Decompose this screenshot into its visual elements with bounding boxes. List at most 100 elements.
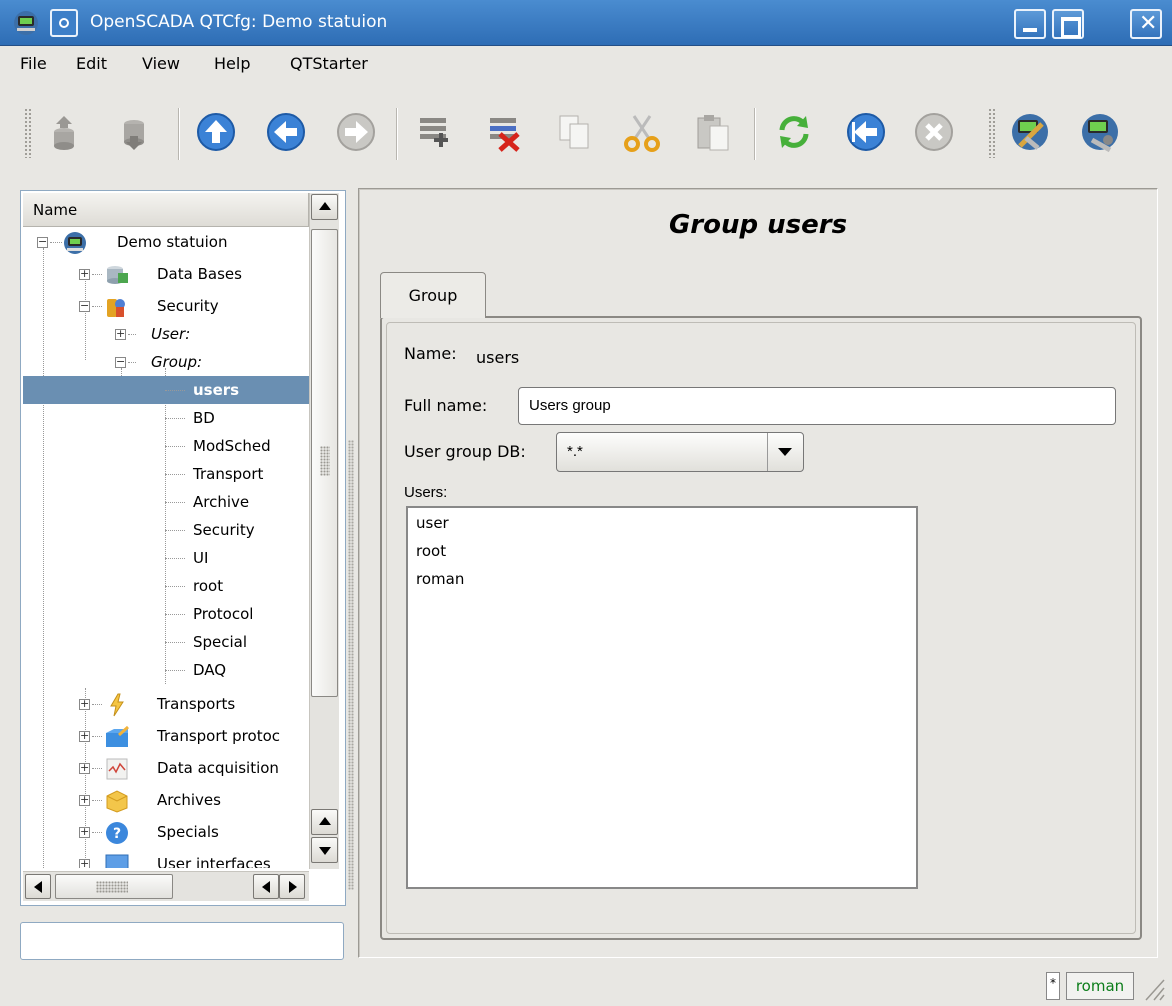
- menu-view[interactable]: View: [132, 46, 190, 82]
- scroll-left-button[interactable]: [25, 874, 51, 899]
- scroll-up-button[interactable]: [311, 809, 338, 835]
- tree-item-user-interfaces[interactable]: + User interfaces: [23, 850, 309, 868]
- tree-item-bd[interactable]: BD: [23, 404, 309, 432]
- tree-item-data-bases[interactable]: + Data Bases: [23, 260, 309, 288]
- resize-grip-icon[interactable]: [1140, 972, 1166, 1002]
- forward-icon[interactable]: [334, 110, 378, 154]
- add-item-icon[interactable]: [412, 110, 456, 154]
- tree-item-group-folder[interactable]: − Group:: [23, 348, 309, 376]
- tree-item-data-acquisition[interactable]: + Data acquisition: [23, 754, 309, 782]
- dropdown-button[interactable]: [767, 433, 803, 471]
- tree-item-label: Demo statuion: [117, 233, 228, 251]
- menu-edit[interactable]: Edit: [66, 46, 117, 82]
- cut-icon[interactable]: [620, 110, 664, 154]
- protocols-icon: [106, 725, 129, 747]
- collapse-icon[interactable]: −: [37, 236, 48, 248]
- module-start-icon[interactable]: [1078, 110, 1122, 154]
- delete-item-icon[interactable]: [482, 110, 526, 154]
- db-save-icon[interactable]: [112, 110, 156, 154]
- tab-group[interactable]: Group: [380, 272, 486, 318]
- scroll-thumb[interactable]: [55, 874, 173, 899]
- tree-item-modsched[interactable]: ModSched: [23, 432, 309, 460]
- paste-icon[interactable]: [690, 110, 734, 154]
- stop-icon[interactable]: [912, 110, 956, 154]
- tree-item-label: Archives: [157, 791, 221, 809]
- fullname-field[interactable]: Users group: [518, 387, 1116, 425]
- tree-item-label: Archive: [193, 493, 250, 511]
- collapse-icon[interactable]: −: [79, 300, 90, 312]
- tree-filter-input[interactable]: [20, 922, 344, 960]
- expand-icon[interactable]: +: [79, 794, 90, 806]
- expand-icon[interactable]: +: [79, 730, 90, 742]
- expand-icon[interactable]: +: [79, 858, 90, 868]
- scroll-right-button[interactable]: [279, 874, 305, 899]
- svg-text:?: ?: [113, 826, 121, 842]
- name-value: users: [476, 348, 520, 367]
- tree-item-transport[interactable]: Transport: [23, 460, 309, 488]
- tree-guide-line: [92, 832, 102, 833]
- tree-item-security[interactable]: − Security: [23, 292, 309, 320]
- tree-header-name[interactable]: Name: [23, 193, 309, 227]
- expand-icon[interactable]: +: [79, 762, 90, 774]
- tree-item-ui[interactable]: UI: [23, 544, 309, 572]
- panel-splitter[interactable]: [347, 190, 355, 960]
- tree-item-archive[interactable]: Archive: [23, 488, 309, 516]
- window-menu-button[interactable]: [50, 9, 78, 37]
- station-icon: [64, 232, 86, 254]
- list-item[interactable]: user: [416, 514, 449, 532]
- tree-item-daq[interactable]: DAQ: [23, 656, 309, 684]
- module-config-icon[interactable]: [1008, 110, 1052, 154]
- expand-icon[interactable]: +: [79, 698, 90, 710]
- navigation-tree[interactable]: Name − Demo statuion + Data Bases − Secu…: [20, 190, 346, 906]
- tree-item-demo-statuion[interactable]: − Demo statuion: [23, 228, 309, 256]
- maximize-button[interactable]: [1052, 9, 1084, 39]
- tree-item-security-group[interactable]: Security: [23, 516, 309, 544]
- list-item[interactable]: roman: [416, 570, 464, 588]
- collapse-icon[interactable]: −: [115, 356, 126, 368]
- tree-item-transports[interactable]: + Transports: [23, 690, 309, 718]
- close-button[interactable]: ✕: [1130, 9, 1162, 39]
- tree-guide-line: [50, 242, 62, 243]
- toolbar-grip[interactable]: [988, 108, 996, 158]
- user-group-db-select[interactable]: *.*: [556, 432, 804, 472]
- chevron-down-icon: [778, 448, 792, 456]
- expand-icon[interactable]: +: [79, 826, 90, 838]
- users-list[interactable]: user root roman: [406, 506, 918, 889]
- arrow-right-icon: [289, 881, 297, 893]
- expand-icon[interactable]: +: [79, 268, 90, 280]
- db-load-icon[interactable]: [42, 110, 86, 154]
- scroll-down-button[interactable]: [311, 837, 338, 863]
- tree-item-root[interactable]: root: [23, 572, 309, 600]
- refresh-icon[interactable]: [772, 110, 816, 154]
- tree-horizontal-scrollbar[interactable]: [23, 871, 309, 901]
- up-icon[interactable]: [194, 110, 238, 154]
- tree-item-archives[interactable]: + Archives: [23, 786, 309, 814]
- toolbar-grip[interactable]: [24, 108, 32, 158]
- tree-guide-line: [128, 362, 136, 363]
- back-icon[interactable]: [264, 110, 308, 154]
- tree-body[interactable]: − Demo statuion + Data Bases − Security …: [23, 228, 309, 868]
- scroll-thumb[interactable]: [311, 229, 338, 697]
- tree-item-transport-protocols[interactable]: + Transport protoc: [23, 722, 309, 750]
- menu-help[interactable]: Help: [204, 46, 260, 82]
- menu-file[interactable]: File: [10, 46, 57, 82]
- scroll-up-button[interactable]: [311, 194, 338, 220]
- current-user-badge[interactable]: roman: [1066, 972, 1134, 1000]
- expand-icon[interactable]: +: [115, 328, 126, 340]
- copy-icon[interactable]: [552, 110, 596, 154]
- app-icon[interactable]: [12, 9, 40, 37]
- tree-item-users[interactable]: users: [23, 376, 309, 404]
- tree-vertical-scrollbar[interactable]: [309, 193, 339, 869]
- menu-qtstarter[interactable]: QTStarter: [280, 46, 378, 82]
- scroll-left-button[interactable]: [253, 874, 279, 899]
- list-item[interactable]: root: [416, 542, 446, 560]
- arrow-down-icon: [319, 847, 331, 855]
- tree-item-protocol[interactable]: Protocol: [23, 600, 309, 628]
- start-icon[interactable]: [844, 110, 888, 154]
- tree-item-user-folder[interactable]: + User:: [23, 320, 309, 348]
- tree-item-specials[interactable]: + ? Specials: [23, 818, 309, 846]
- window-titlebar[interactable]: OpenSCADA QTCfg: Demo statuion ✕: [0, 0, 1172, 46]
- tree-item-label: Data Bases: [157, 265, 242, 283]
- minimize-button[interactable]: [1014, 9, 1046, 39]
- tree-item-special[interactable]: Special: [23, 628, 309, 656]
